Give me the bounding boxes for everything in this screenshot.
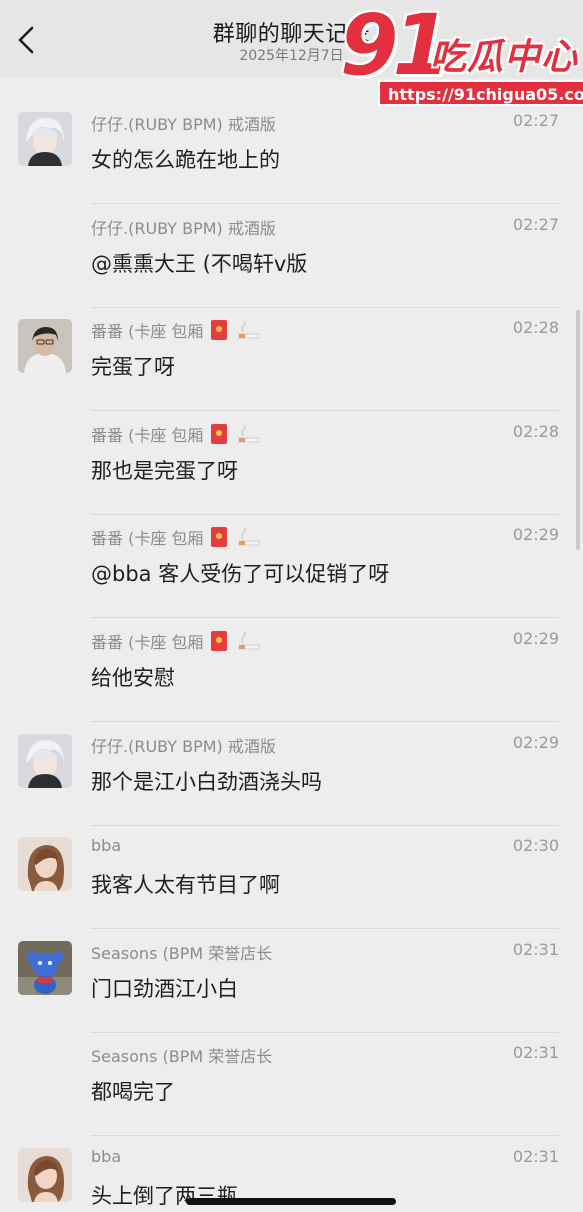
sender-name: 仔仔.(RUBY BPM) 戒酒版 — [91, 111, 276, 135]
cigarette-icon — [237, 424, 261, 445]
sender-name: 番番 (卡座 包厢 — [91, 629, 261, 653]
scrollbar[interactable] — [576, 310, 580, 550]
sender-name-text: bba — [91, 836, 122, 856]
message-time: 02:29 — [512, 732, 559, 752]
sender-name-text: 仔仔.(RUBY BPM) 戒酒版 — [91, 736, 276, 756]
sender-name: 仔仔.(RUBY BPM) 戒酒版 — [91, 215, 276, 239]
message-item[interactable]: 番番 (卡座 包厢 02:28 那也是完蛋了呀 — [0, 411, 583, 515]
cigarette-icon — [237, 631, 261, 652]
message-item[interactable]: 仔仔.(RUBY BPM) 戒酒版 02:27 女的怎么跪在地上的 — [0, 100, 583, 204]
message-text: 头上倒了两三瓶 — [91, 1184, 238, 1208]
message-text: 女的怎么跪在地上的 — [91, 148, 280, 172]
red-envelope-icon — [211, 631, 228, 651]
chat-history-screen: 群聊的聊天记录 2025年12月7日 91 吃瓜中心 https://91chi… — [0, 0, 583, 1212]
red-envelope-icon — [211, 527, 228, 548]
red-envelope-icon — [211, 423, 228, 444]
message-time: 02:29 — [512, 525, 559, 545]
sender-name: 仔仔.(RUBY BPM) 戒酒版 — [91, 733, 276, 757]
message-text: 我客人太有节目了啊 — [91, 873, 280, 898]
sender-name: Seasons (BPM 荣誉店长 — [91, 940, 272, 964]
message-text: @熏熏大王 (不喝轩v版 — [91, 251, 308, 276]
sender-name-text: 番番 (卡座 包厢 — [91, 322, 204, 342]
message-item[interactable]: 仔仔.(RUBY BPM) 戒酒版 02:29 那个是江小白劲酒浇头吗 — [0, 722, 583, 826]
sender-name-text: 番番 (卡座 包厢 — [91, 425, 204, 445]
message-time: 02:29 — [512, 629, 559, 648]
message-text: 完蛋了呀 — [91, 355, 175, 380]
cigarette-icon — [237, 320, 261, 341]
watermark-name: 吃瓜中心 — [430, 37, 579, 78]
message-time: 02:31 — [512, 1043, 559, 1063]
woman-avatar[interactable] — [18, 1148, 72, 1202]
sender-name-text: 仔仔.(RUBY BPM) 戒酒版 — [91, 115, 276, 134]
message-item[interactable]: Seasons (BPM 荣誉店长 02:31 门口劲酒江小白 — [0, 929, 583, 1033]
anime-boy-avatar[interactable] — [18, 112, 72, 166]
message-item[interactable]: bba 02:30 我客人太有节目了啊 — [0, 825, 583, 930]
anime-boy-avatar[interactable] — [18, 733, 72, 788]
message-text: 那个是江小白劲酒浇头吗 — [91, 769, 322, 794]
sender-name: 番番 (卡座 包厢 — [91, 422, 261, 446]
sender-name-text: Seasons (BPM 荣誉店长 — [91, 943, 273, 963]
sender-name-text: bba — [91, 1147, 122, 1166]
message-text: 给他安慰 — [91, 666, 175, 690]
blue-toy-avatar[interactable] — [18, 940, 72, 995]
message-item[interactable]: 仔仔.(RUBY BPM) 戒酒版 02:27 @熏熏大王 (不喝轩v版 — [0, 204, 583, 308]
message-time: 02:31 — [512, 939, 559, 959]
message-text: 都喝完了 — [91, 1080, 175, 1105]
message-time: 02:27 — [512, 111, 559, 130]
sender-name: bba — [91, 836, 121, 855]
message-time: 02:27 — [512, 214, 559, 234]
message-text: 门口劲酒江小白 — [91, 976, 238, 1001]
red-envelope-icon — [211, 320, 228, 341]
home-indicator — [186, 1198, 396, 1205]
message-time: 02:31 — [512, 1147, 559, 1166]
message-text: 那也是完蛋了呀 — [91, 458, 238, 483]
message-item[interactable]: 番番 (卡座 包厢 02:29 @bba 客人受伤了可以促销了呀 — [0, 514, 583, 619]
message-text: @bba 客人受伤了可以促销了呀 — [91, 562, 390, 587]
sender-name-text: 番番 (卡座 包厢 — [91, 529, 204, 549]
cigarette-icon — [237, 527, 261, 548]
sender-name: bba — [91, 1147, 121, 1166]
sender-name: 番番 (卡座 包厢 — [91, 525, 261, 549]
sender-name-text: 仔仔.(RUBY BPM) 戒酒版 — [91, 218, 276, 238]
watermark-logo: 91 吃瓜中心 https://91chigua05.com — [338, 0, 583, 110]
sender-name-text: Seasons (BPM 荣誉店长 — [91, 1047, 273, 1067]
message-item[interactable]: 番番 (卡座 包厢 02:29 给他安慰 — [0, 618, 583, 722]
message-item[interactable]: 番番 (卡座 包厢 02:28 完蛋了呀 — [0, 307, 583, 412]
message-time: 02:28 — [512, 318, 559, 338]
sender-name: 番番 (卡座 包厢 — [91, 318, 261, 342]
sender-name: Seasons (BPM 荣誉店长 — [91, 1043, 272, 1067]
message-time: 02:28 — [512, 421, 559, 441]
sender-name-text: 番番 (卡座 包厢 — [91, 633, 204, 652]
selfie-avatar[interactable] — [18, 319, 72, 374]
message-item[interactable]: Seasons (BPM 荣誉店长 02:31 都喝完了 — [0, 1032, 583, 1137]
message-time: 02:30 — [512, 836, 559, 856]
woman-avatar[interactable] — [18, 837, 72, 892]
